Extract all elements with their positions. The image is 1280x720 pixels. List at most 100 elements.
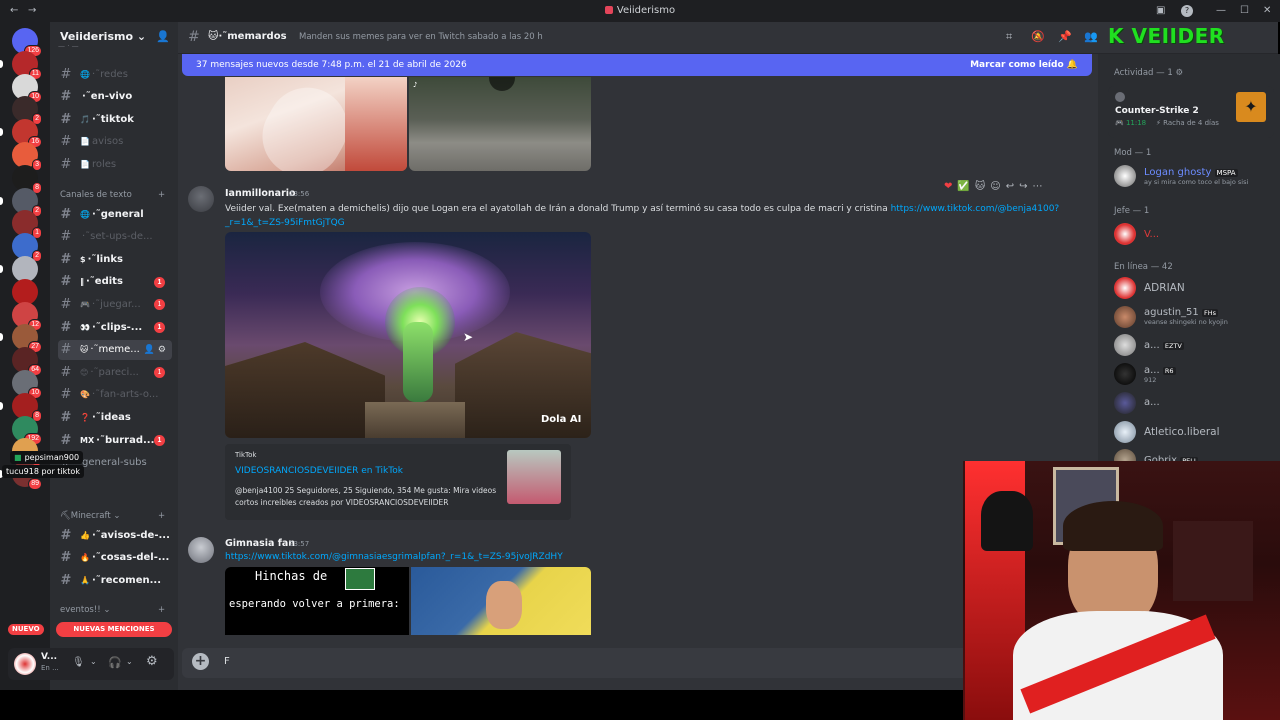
channel-item[interactable]: # $ ·˜links [58, 249, 172, 269]
channel-item[interactable]: # 🙏 ·˜recomen... [58, 570, 172, 590]
channel-item[interactable]: # ‖ ·˜edits 1 [58, 272, 172, 292]
message-image[interactable] [411, 567, 591, 635]
channel-name: ·˜pareci... [90, 366, 139, 378]
member-item[interactable]: a... R6 912 [1114, 360, 1176, 388]
message-author[interactable]: Ianmillonario [225, 188, 296, 199]
user-avatar[interactable] [14, 653, 36, 675]
close-icon[interactable]: ✕ [1263, 0, 1271, 22]
help-icon[interactable]: ? [1181, 5, 1193, 17]
pin-icon[interactable]: 📌 [1058, 30, 1072, 43]
play-button-icon[interactable] [489, 77, 515, 91]
channel-item[interactable]: # 🔥 ·˜cosas-del-... [58, 548, 172, 568]
microphone-icon[interactable]: 🎙 [72, 657, 85, 668]
channel-item[interactable]: # 🎮 ·˜juegar... 1 [58, 294, 172, 314]
channel-item[interactable]: # 📄 avisos [58, 132, 172, 152]
member-item[interactable]: a... EZTV [1114, 331, 1184, 359]
channel-item[interactable]: # 📄 roles [58, 154, 172, 174]
new-servers-label[interactable]: NUEVO [8, 624, 44, 635]
channel-item[interactable]: # 🎵 ·˜tiktok [58, 109, 172, 129]
user-name[interactable]: V... [41, 652, 57, 662]
previous-image-1[interactable] [225, 77, 407, 171]
channel-item[interactable]: # 😊 ·˜pareci... 1 [58, 362, 172, 382]
member-avatar [1114, 165, 1136, 187]
channel-item[interactable]: # ·˜set-ups-de... [58, 227, 172, 247]
embed-title[interactable]: VIDEOSRANCIOSDEVEIIDER en TikTok [235, 466, 403, 476]
message-text: Veiider val. Exe(maten a demichelis) dij… [225, 204, 891, 214]
add-channel-icon[interactable]: + [158, 605, 165, 615]
channel-emoji-icon: 🎮 [80, 299, 90, 309]
channel-item[interactable]: # MX ·˜burrad... 1 [58, 430, 172, 450]
add-channel-icon[interactable]: + [158, 511, 165, 521]
mark-as-read-button[interactable]: Marcar como leído 🔔 [970, 60, 1078, 70]
message-link[interactable]: https://www.tiktok.com/@gimnasiaesgrimal… [225, 552, 563, 562]
category-header[interactable]: eventos!! ⌄ + [60, 605, 165, 615]
activity-game: Counter-Strike 2 [1115, 106, 1199, 116]
channel-item[interactable]: # 🌐 ·˜general [58, 204, 172, 224]
member-item[interactable]: agustin_51 FHs veanse shingeki no kyojin [1114, 303, 1228, 331]
member-avatar [1114, 363, 1136, 386]
channel-item[interactable]: # ❓ ·˜ideas [58, 407, 172, 427]
member-item[interactable]: a... [1114, 389, 1160, 417]
add-channel-icon[interactable]: + [158, 190, 165, 200]
inbox-icon[interactable]: ▣ [1156, 0, 1165, 22]
message-image[interactable]: Hinchas de esperando volver a primera: [225, 567, 409, 635]
channel-item[interactable]: # 🐱 ·˜meme... 👤 ⚙ [58, 339, 172, 360]
activity-card[interactable]: Counter-Strike 2 🎮 11:18 ⚡ Racha de 4 dí… [1108, 86, 1274, 138]
previous-image-2[interactable]: ♪ [409, 77, 591, 171]
unread-pill [0, 196, 3, 205]
channel-item[interactable]: # 🎨 ·˜fan-arts-o... [58, 385, 172, 405]
message-composer[interactable]: + F [182, 648, 1092, 678]
voice-user-chip[interactable]: ■ pepsiman900 [10, 451, 84, 464]
channel-topic[interactable]: Manden sus memes para ver en Twitch saba… [299, 32, 543, 42]
channel-item[interactable]: # 👀 ·˜clips-... 1 [58, 317, 172, 337]
member-list-icon[interactable]: 👥 [1084, 30, 1098, 43]
hash-icon: # [60, 111, 72, 127]
server-icon[interactable] [12, 278, 38, 305]
member-item[interactable]: Logan ghosty MSPA ay si mira como toco e… [1114, 162, 1248, 190]
headphones-icon[interactable]: 🎧 [108, 656, 122, 669]
maximize-icon[interactable]: ☐ [1240, 0, 1249, 22]
settings-gear-icon[interactable]: ⚙ [146, 654, 158, 669]
message-input[interactable]: F [224, 656, 230, 667]
channel-item[interactable]: # ·˜en-vivo [58, 87, 172, 107]
server-icon[interactable]: 8 [12, 392, 42, 422]
edit-channel-gear-icon[interactable]: ⚙ [158, 345, 166, 355]
forward-icon[interactable]: ↪ [1019, 181, 1027, 192]
message-author[interactable]: Gimnasia fan [225, 538, 295, 549]
category-header[interactable]: ⛏Minecraft ⌄ + [60, 511, 165, 521]
embed-thumbnail[interactable] [507, 450, 561, 504]
hash-icon: # [60, 527, 72, 543]
member-item[interactable]: V... [1114, 220, 1159, 248]
channel-item[interactable]: # 🌐 ·˜redes [58, 64, 172, 84]
embed-description: @benja4100 25 Seguidores, 25 Siguiendo, … [235, 486, 497, 507]
new-mentions-button[interactable]: NUEVAS MENCIONES [56, 622, 172, 637]
server-icon[interactable]: 11 [12, 50, 42, 80]
avatar[interactable] [188, 537, 214, 563]
forward-arrow-icon[interactable]: → [28, 0, 36, 22]
more-options-icon[interactable]: ⋯ [1033, 181, 1043, 192]
mute-bell-icon[interactable]: 🔕 [1031, 30, 1045, 43]
heart-reaction-icon[interactable]: ❤ [944, 181, 952, 192]
threads-icon[interactable]: ⌗ [1006, 30, 1012, 44]
channel-emoji-icon: 🎵 [80, 114, 90, 124]
message-image[interactable]: Dola AI ➤ [225, 232, 591, 438]
category-header[interactable]: Canales de texto + [60, 190, 165, 200]
channel-item[interactable]: # 👍 ·˜avisos-de-... [58, 525, 172, 545]
mic-options-chevron-icon[interactable]: ⌄ [90, 657, 97, 666]
activity-settings-icon[interactable]: ⚙ [1175, 68, 1183, 78]
minimize-icon[interactable]: — [1216, 0, 1226, 22]
server-icon[interactable]: 8 [12, 164, 42, 194]
reply-icon[interactable]: ↩ [1006, 181, 1014, 192]
create-invite-icon[interactable]: 👤 [144, 345, 155, 355]
check-reaction-icon[interactable]: ✅ [957, 181, 969, 192]
new-messages-banner[interactable]: 37 mensajes nuevos desde 7:48 p.m. el 21… [182, 54, 1092, 76]
avatar[interactable] [188, 186, 214, 212]
member-item[interactable]: Atletico.liberal [1114, 418, 1220, 446]
audio-options-chevron-icon[interactable]: ⌄ [126, 657, 133, 666]
back-arrow-icon[interactable]: ← [10, 0, 18, 22]
attach-plus-icon[interactable]: + [192, 653, 209, 670]
member-item[interactable]: ADRIAN [1114, 274, 1185, 302]
emoji-reaction-icon[interactable]: 🐱 [975, 181, 985, 192]
add-reaction-icon[interactable]: ☺ [990, 181, 1000, 192]
member-name: V... [1144, 228, 1160, 240]
